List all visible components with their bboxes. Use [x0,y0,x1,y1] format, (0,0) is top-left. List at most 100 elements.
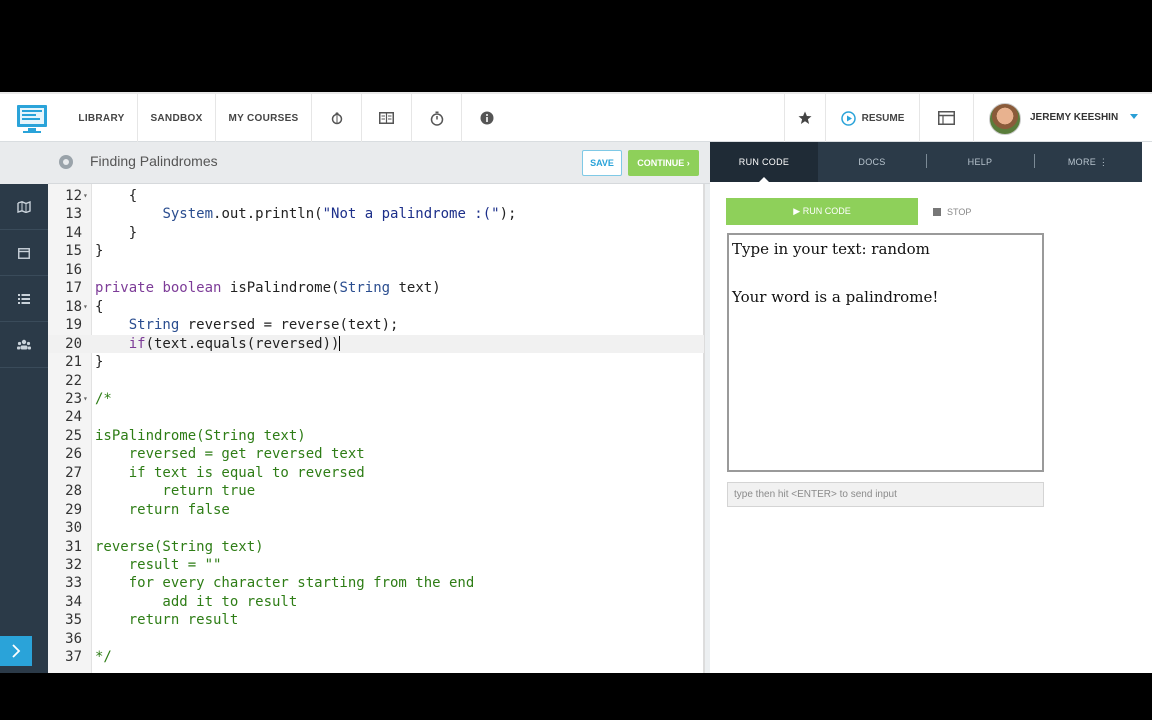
line-number: 18 [65,298,82,315]
nav-my-courses[interactable]: MY COURSES [216,94,312,142]
stopwatch-icon[interactable] [412,94,462,142]
continue-button[interactable]: CONTINUE › [628,150,699,176]
line-number: 19 [65,317,82,334]
book-icon[interactable] [362,94,412,142]
line-number: 26 [65,446,82,463]
code-line[interactable]: 25 isPalindrome(String text) [48,427,704,445]
top-navigation: LIBRARY SANDBOX MY COURSES RESUME JEREMY… [0,92,1152,142]
code-text: System.out.println("Not a palindrome :("… [162,206,517,223]
line-number: 37 [65,649,82,666]
line-number: 25 [65,427,82,444]
nav-library[interactable]: LIBRARY [66,94,138,142]
code-line[interactable]: 19 String reversed = reverse(text); [48,316,704,334]
code-text: { [95,188,138,204]
console-line: Type in your text: random [732,240,930,258]
chevron-right-icon[interactable] [0,636,32,666]
code-text: reversed = get reversed text [95,446,365,463]
code-line[interactable]: 13 System.out.println("Not a palindrome … [48,205,704,223]
line-number: 28 [65,483,82,500]
line-number: 29 [65,501,82,518]
play-circle-icon [840,110,856,126]
panel-tabs: RUN CODE DOCS HELP MORE ⋮ [710,142,1142,182]
resume-button[interactable]: RESUME [826,94,920,142]
code-text: reverse(String text) [95,538,264,555]
line-number: 21 [65,354,82,371]
line-number: 35 [65,612,82,629]
code-text: return result [95,612,239,629]
chevron-down-icon[interactable] [1130,114,1138,119]
group-icon[interactable] [0,322,48,368]
stop-button[interactable]: STOP [933,198,971,225]
line-number: 14 [65,224,82,241]
bug-icon[interactable] [312,94,362,142]
code-line[interactable]: 21} [48,353,704,371]
code-text: return true [95,483,256,500]
code-editor[interactable]: 12 ▾ {13 System.out.println("Not a palind… [48,184,704,673]
code-line[interactable]: 20 if(text.equals(reversed)) [48,334,704,353]
left-sidebar [0,142,48,673]
code-line[interactable]: 17 private boolean isPalindrome(String te… [48,279,704,297]
map-icon[interactable] [0,184,48,230]
code-line[interactable]: 30 [48,519,704,537]
list-icon[interactable] [0,276,48,322]
code-line[interactable]: 24 [48,408,704,426]
tab-more[interactable]: MORE ⋮ [1034,142,1142,182]
code-line[interactable]: 16 [48,261,704,279]
code-line[interactable]: 15} [48,242,704,260]
user-name[interactable]: JEREMY KEESHIN [1030,112,1118,123]
tab-run-code[interactable]: RUN CODE [710,142,818,182]
code-line[interactable]: 32 result = "" [48,556,704,574]
code-line[interactable]: 31 reverse(String text) [48,538,704,556]
video-letterbox-top [0,0,1152,92]
nav-sandbox[interactable]: SANDBOX [138,94,216,142]
line-number: 22 [65,372,82,389]
window-icon[interactable] [920,94,974,142]
code-line[interactable]: 35 return result [48,611,704,629]
code-line[interactable]: 14 } [48,224,704,242]
save-button[interactable]: SAVE [582,150,622,176]
star-icon[interactable] [784,94,826,142]
code-text: if(text.equals(reversed)) [128,335,341,352]
console-line: Your word is a palindrome! [732,288,939,306]
logo-icon[interactable] [14,101,50,137]
stop-icon [933,207,941,216]
code-line[interactable]: 26 reversed = get reversed text [48,445,704,463]
resume-label: RESUME [861,112,905,124]
run-code-button[interactable]: ▶ RUN CODE [726,198,918,225]
code-text: /* [95,390,112,407]
fold-caret-icon[interactable]: ▾ [83,298,88,316]
tab-docs[interactable]: DOCS [818,142,926,182]
code-text: String reversed = reverse(text); [128,317,399,334]
code-line[interactable]: 28 return true [48,482,704,500]
code-line[interactable]: 34 add it to result [48,593,704,611]
line-number: 36 [65,630,82,647]
video-letterbox-bottom [0,673,1152,720]
code-line[interactable]: 29 return false [48,501,704,519]
line-number: 12 [65,188,82,204]
code-line[interactable]: 27 if text is equal to reversed [48,464,704,482]
code-text: result = "" [95,557,222,573]
code-line[interactable]: 33 for every character starting from the… [48,574,704,592]
code-text: isPalindrome(String text) [95,427,306,444]
code-line[interactable]: 23 ▾ /* [48,390,704,408]
line-number: 31 [65,538,82,555]
fold-caret-icon[interactable]: ▾ [83,187,88,205]
code-line[interactable]: 22 [48,372,704,390]
console-input[interactable]: type then hit <ENTER> to send input [727,482,1044,507]
active-tab-indicator [759,177,769,182]
code-line[interactable]: 37 */ [48,648,704,666]
fold-caret-icon[interactable]: ▾ [83,390,88,408]
avatar[interactable] [989,103,1021,135]
info-icon[interactable] [462,94,512,142]
code-text: for every character starting from the en… [95,575,475,592]
tab-help[interactable]: HELP [926,142,1034,182]
code-text: private boolean isPalindrome(String text… [95,280,441,297]
code-text: } [95,354,104,371]
calendar-icon[interactable] [0,230,48,276]
code-line[interactable]: 12 ▾ { [48,187,704,205]
code-line[interactable]: 36 [48,630,704,648]
code-line[interactable]: 18 ▾ { [48,298,704,316]
line-number: 20 [65,335,82,352]
gear-icon[interactable] [59,155,73,169]
code-text: { [95,298,104,315]
